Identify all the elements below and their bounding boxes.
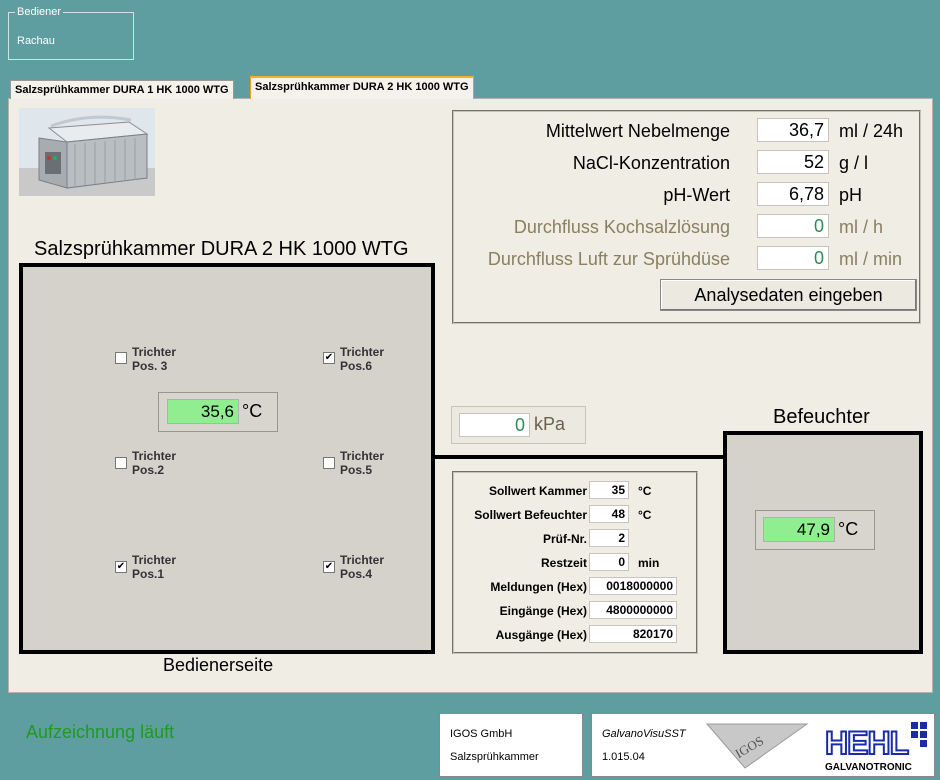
machine-photo (19, 108, 155, 196)
hehl-logo: HEHL GALVANOTRONIC (824, 722, 927, 773)
chamber-temp-value: 35,6 (167, 399, 239, 424)
humidifier-temp-value: 47,9 (763, 517, 835, 542)
funnel-pos1-checkbox[interactable]: ✔ (115, 561, 127, 573)
ph-value: 6,78 (757, 182, 829, 206)
enter-analysis-data-button[interactable]: Analysedaten eingeben (660, 279, 917, 311)
air-flow-value: 0 (757, 246, 829, 270)
funnel-pos4-label: Trichter Pos.4 (340, 553, 385, 581)
funnel-pos2-label: Trichter Pos.2 (132, 449, 177, 477)
messages-hex-value: 0018000000 (589, 577, 677, 595)
inputs-hex-label: Eingänge (Hex) (499, 604, 587, 618)
setpoint-humidifier-label: Sollwert Befeuchter (474, 508, 587, 522)
software-name: GalvanoVisuSST (602, 728, 686, 740)
remaining-time-value: 0 (589, 553, 629, 571)
test-number-value: 2 (589, 529, 629, 547)
inputs-hex-value: 4800000000 (589, 601, 677, 619)
operator-side-label: Bedienerseite (163, 655, 274, 675)
pressure-unit: kPa (534, 414, 566, 434)
svg-text:GALVANOTRONIC: GALVANOTRONIC (825, 762, 912, 773)
funnel-pos3-checkbox[interactable] (115, 352, 127, 364)
outputs-hex-label: Ausgänge (Hex) (495, 628, 587, 642)
tab-dura-1[interactable]: Salzsprühkammer DURA 1 HK 1000 WTG (10, 80, 234, 99)
humidifier-title: Befeuchter (773, 406, 870, 428)
saline-flow-value: 0 (757, 214, 829, 238)
funnel-pos5-checkbox[interactable] (323, 457, 335, 469)
test-number-label: Prüf-Nr. (542, 532, 587, 546)
recording-status: Aufzeichnung läuft (26, 722, 175, 742)
air-flow-label: Durchfluss Luft zur Sprühdüse (487, 249, 730, 269)
setpoint-chamber-unit: °C (638, 484, 652, 498)
igos-logo: IGOS (705, 723, 809, 769)
software-version: 1.015.04 (602, 751, 645, 763)
pressure-value: 0 (459, 413, 530, 437)
funnel-pos2-checkbox[interactable] (115, 457, 127, 469)
saline-flow-unit: ml / h (839, 217, 884, 237)
humidifier-temp-unit: °C (838, 519, 859, 539)
setpoint-humidifier-value: 48 (589, 505, 629, 523)
ph-label: pH-Wert (663, 185, 730, 205)
chamber-title: Salzsprühkammer DURA 2 HK 1000 WTG (34, 238, 409, 260)
air-flow-unit: ml / min (839, 249, 902, 269)
nacl-unit: g / l (839, 153, 869, 173)
chamber-humidifier-connector (434, 455, 726, 459)
messages-hex-label: Meldungen (Hex) (490, 580, 587, 594)
funnel-pos5-label: Trichter Pos.5 (340, 449, 385, 477)
setpoint-chamber-label: Sollwert Kammer (488, 484, 587, 498)
company-info-box (439, 713, 583, 777)
outputs-hex-value: 820170 (589, 625, 677, 643)
svg-text:HEHL: HEHL (825, 725, 909, 761)
mist-rate-label: Mittelwert Nebelmenge (545, 121, 730, 141)
funnel-pos6-checkbox[interactable]: ✔ (323, 352, 335, 364)
setpoint-chamber-value: 35 (589, 481, 629, 499)
funnel-pos3-label: Trichter Pos. 3 (132, 345, 177, 373)
product-name: Salzsprühkammer (450, 751, 539, 763)
saline-flow-label: Durchfluss Kochsalzlösung (513, 217, 730, 237)
nacl-value: 52 (757, 150, 829, 174)
funnel-pos1-label: Trichter Pos.1 (132, 553, 177, 581)
funnel-pos6-label: Trichter Pos.6 (340, 345, 385, 373)
company-name: IGOS GmbH (450, 728, 513, 740)
mist-rate-unit: ml / 24h (839, 121, 904, 141)
remaining-time-label: Restzeit (540, 556, 587, 570)
funnel-pos4-checkbox[interactable]: ✔ (323, 561, 335, 573)
remaining-time-unit: min (638, 556, 660, 570)
operator-name: Rachau (17, 35, 55, 47)
chamber-temp-unit: °C (242, 401, 263, 421)
ph-unit: pH (839, 185, 863, 205)
operator-legend: Bediener (15, 6, 64, 18)
tab-dura-2[interactable]: Salzsprühkammer DURA 2 HK 1000 WTG (250, 76, 474, 99)
setpoint-humidifier-unit: °C (638, 508, 652, 522)
nacl-label: NaCl-Konzentration (572, 153, 730, 173)
mist-rate-value: 36,7 (757, 118, 829, 142)
